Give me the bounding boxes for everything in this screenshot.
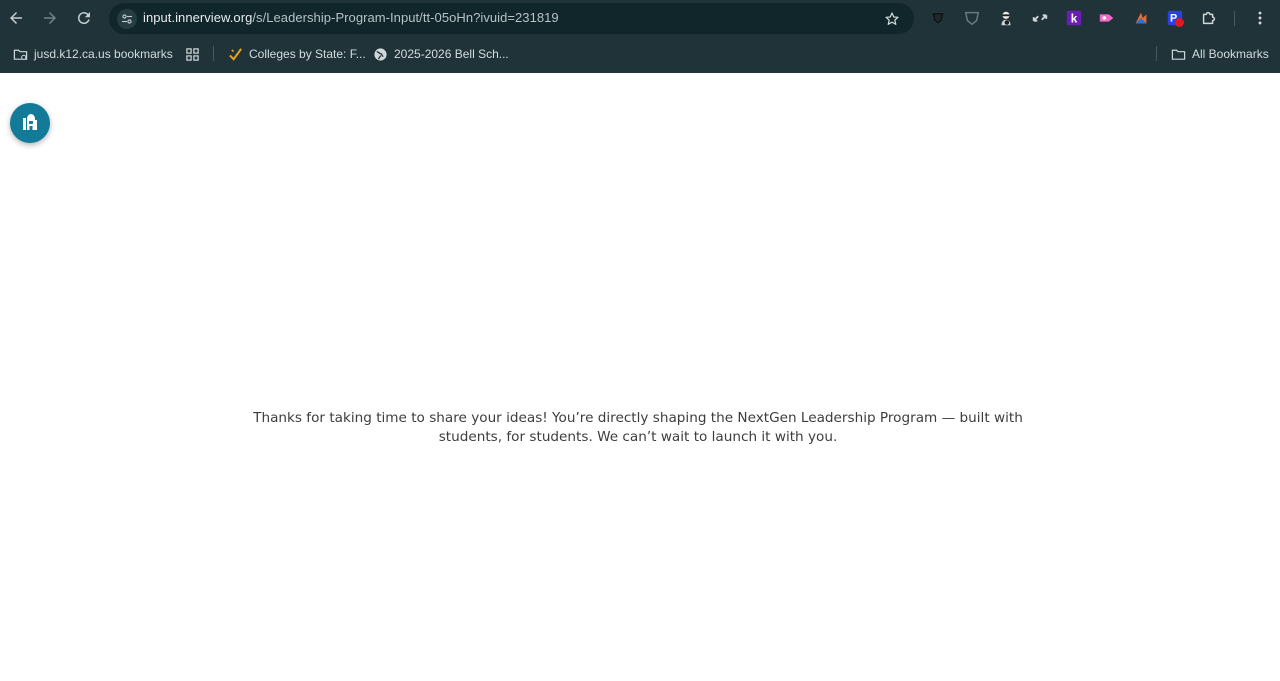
shield-outline-icon — [964, 11, 980, 26]
k-extension-icon: k — [1066, 10, 1082, 26]
url-text[interactable]: input.innerview.org/s/Leadership-Program… — [143, 10, 559, 25]
extension-pink-tag[interactable] — [1097, 8, 1117, 28]
more-vert-icon — [1258, 11, 1262, 25]
extensions-menu-button[interactable] — [1199, 8, 1219, 28]
globe-icon — [374, 47, 387, 61]
reload-icon — [77, 12, 90, 25]
forward-button[interactable] — [39, 7, 61, 29]
arrow-left-icon — [10, 12, 22, 24]
bookmarks-bar: jusd.k12.ca.us bookmarks Colleges by Sta… — [0, 37, 1280, 73]
extension-blue-p[interactable]: P — [1165, 8, 1185, 28]
browser-menu-button[interactable] — [1250, 8, 1270, 28]
extension-shield-outline[interactable] — [962, 8, 982, 28]
url-path: /s/Leadership-Program-Input/tt-05oHn?ivu… — [252, 10, 559, 25]
managed-folder-icon — [13, 49, 28, 60]
address-bar[interactable]: input.innerview.org/s/Leadership-Program… — [109, 3, 914, 34]
back-button[interactable] — [5, 7, 27, 29]
blue-p-extension-icon: P — [1167, 10, 1184, 27]
bookmark-managed-folder[interactable]: jusd.k12.ca.us bookmarks — [13, 45, 173, 63]
browser-toolbar: input.innerview.org/s/Leadership-Program… — [0, 0, 1280, 37]
confirmation-message: Thanks for taking time to share your ide… — [253, 410, 1023, 445]
bookmark-apps[interactable] — [185, 45, 200, 63]
all-bookmarks-button[interactable]: All Bookmarks — [1171, 45, 1269, 63]
bookmark-bell-schedule[interactable]: 2025-2026 Bell Sch... — [373, 45, 509, 63]
arrow-right-icon — [44, 12, 56, 24]
bookmark-label: jusd.k12.ca.us bookmarks — [34, 47, 173, 61]
all-bookmarks-label: All Bookmarks — [1192, 47, 1269, 61]
orange-chart-icon — [1135, 12, 1147, 24]
school-bag-icon — [23, 114, 37, 130]
site-info-button[interactable] — [117, 9, 137, 29]
extension-shield[interactable] — [928, 8, 948, 28]
bookmark-label: Colleges by State: F... — [249, 47, 366, 61]
bookmark-label: 2025-2026 Bell Sch... — [394, 47, 509, 61]
extension-orange-chart[interactable] — [1131, 8, 1151, 28]
pink-tag-icon — [1099, 14, 1114, 22]
bookmark-separator — [1156, 46, 1157, 61]
extension-arrows[interactable] — [1030, 8, 1050, 28]
apps-grid-icon — [186, 47, 199, 61]
svg-text:k: k — [1071, 13, 1078, 26]
folder-icon — [1171, 49, 1186, 60]
shield-icon — [931, 12, 945, 25]
bookmark-separator — [213, 46, 214, 61]
extension-ninja[interactable] — [996, 8, 1016, 28]
arrows-icon — [1032, 14, 1048, 22]
toolbar-separator — [1234, 11, 1235, 26]
puzzle-icon — [1202, 11, 1216, 25]
url-host: input.innerview.org — [143, 10, 253, 25]
star-icon — [885, 12, 899, 25]
tune-icon — [122, 14, 132, 24]
browser-chrome: input.innerview.org/s/Leadership-Program… — [0, 0, 1280, 73]
check-badge-icon — [229, 47, 242, 61]
bookmark-colleges[interactable]: Colleges by State: F... — [228, 45, 366, 63]
reload-button[interactable] — [73, 7, 95, 29]
accessibility-button[interactable] — [10, 103, 50, 143]
ninja-icon — [1001, 11, 1011, 26]
bookmark-star-button[interactable] — [882, 9, 902, 29]
extension-k[interactable]: k — [1064, 8, 1084, 28]
